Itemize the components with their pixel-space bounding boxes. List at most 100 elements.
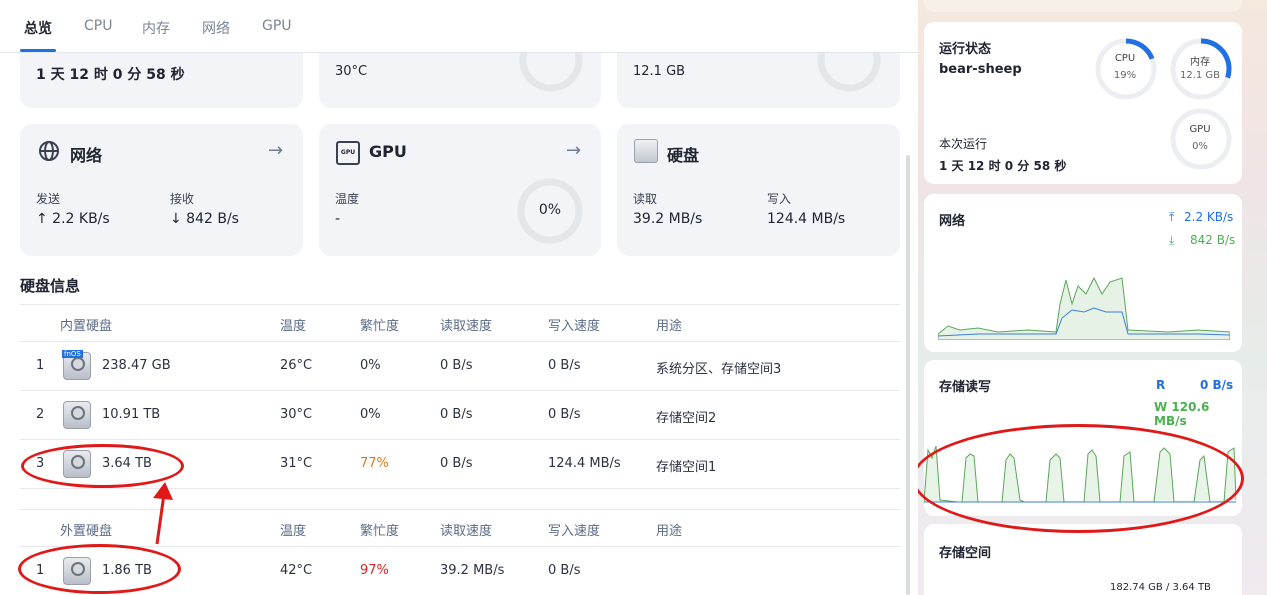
gauge-track xyxy=(1170,108,1232,170)
hard-drive-icon xyxy=(634,139,658,163)
disk-busy: 0% xyxy=(360,358,381,373)
read-label: R xyxy=(1156,378,1166,392)
read-rate: 0 B/s xyxy=(1200,378,1234,392)
arrow-right-icon[interactable]: → xyxy=(566,140,581,161)
widget-sidebar: 运行状态 bear-sheep CPU 19% 内存 12.1 GB GPU 0… xyxy=(918,0,1267,595)
fnos-badge: fnOS xyxy=(62,350,83,358)
annotation-ellipse xyxy=(918,424,1244,533)
cpu-temp-value: 30°C xyxy=(335,64,368,79)
gpu-gauge-label: GPU xyxy=(1189,124,1211,135)
status-title: 运行状态 xyxy=(939,42,992,57)
network-widget[interactable]: 网络 ⤒ 2.2 KB/s ⤓ 842 B/s xyxy=(924,194,1242,352)
annotation-arrow xyxy=(153,482,173,545)
globe-icon xyxy=(39,141,59,161)
tab-memory[interactable]: 内存 xyxy=(142,18,170,38)
write-rate: W 120.6 MB/s xyxy=(1154,400,1210,428)
tab-network[interactable]: 网络 xyxy=(202,18,230,38)
gpu-usage-value: 0% xyxy=(538,202,562,218)
disk-card-title: 硬盘 xyxy=(667,146,700,165)
read-label: 读取 xyxy=(633,192,658,206)
disk-size: 238.47 GB xyxy=(102,358,171,373)
disk-read-speed: 0 B/s xyxy=(440,456,473,471)
scrollbar[interactable] xyxy=(906,155,910,595)
disk-temp: 31°C xyxy=(280,456,313,471)
network-card[interactable]: 网络 → 发送 ↑ 2.2 KB/s 接收 ↓ 842 B/s xyxy=(20,124,303,256)
network-chart xyxy=(938,276,1230,340)
write-speed-header: 写入速度 xyxy=(548,524,601,539)
disk-usage: 存储空间1 xyxy=(656,460,717,475)
status-widget[interactable]: 运行状态 bear-sheep CPU 19% 内存 12.1 GB GPU 0… xyxy=(924,22,1242,184)
cpu-gauge xyxy=(1095,38,1157,100)
active-tab-indicator xyxy=(20,49,56,52)
disk-read-speed: 0 B/s xyxy=(440,407,473,422)
divider xyxy=(20,390,900,391)
upload-icon: ⤒ xyxy=(1169,210,1175,224)
network-title: 网络 xyxy=(939,214,966,229)
row-index: 2 xyxy=(36,407,45,422)
chip-icon: GPU xyxy=(336,141,360,165)
tab-gpu[interactable]: GPU xyxy=(262,18,292,34)
read-speed-header: 读取速度 xyxy=(440,524,493,539)
disk-busy: 77% xyxy=(360,456,389,471)
send-label: 发送 xyxy=(36,192,61,206)
busy-header: 繁忙度 xyxy=(360,524,400,539)
storage-space-title: 存储空间 xyxy=(939,546,992,561)
gpu-card[interactable]: GPU GPU → 温度 - 0% xyxy=(319,124,601,256)
tab-overview[interactable]: 总览 xyxy=(24,18,52,38)
temp-header: 温度 xyxy=(280,524,307,539)
receive-label: 接收 xyxy=(170,192,195,206)
disk-size: 10.91 TB xyxy=(102,407,161,422)
gpu-card-title: GPU xyxy=(369,142,407,161)
usage-header: 用途 xyxy=(656,524,683,539)
network-card-title: 网络 xyxy=(70,146,103,165)
uptime-label: 本次运行 xyxy=(939,137,988,151)
external-disk-header: 外置硬盘 xyxy=(60,524,113,539)
tab-bar: 总览 CPU 内存 网络 GPU xyxy=(0,0,918,53)
receive-value: ↓ 842 B/s xyxy=(170,211,239,227)
upload-rate: 2.2 KB/s xyxy=(1184,210,1234,224)
disk-temp: 26°C xyxy=(280,358,313,373)
widget-card-top xyxy=(924,0,1242,12)
download-rate: 842 B/s xyxy=(1190,233,1236,247)
uptime-value: 1 天 12 时 0 分 58 秒 xyxy=(939,159,1067,173)
disk-temp: 42°C xyxy=(280,563,313,578)
divider xyxy=(20,439,900,440)
annotation-ellipse xyxy=(18,544,181,594)
disk-write-speed: 0 B/s xyxy=(548,358,581,373)
arrow-right-icon[interactable]: → xyxy=(268,140,283,161)
read-value: 39.2 MB/s xyxy=(633,211,703,227)
gpu-gauge-value: 0% xyxy=(1192,141,1208,152)
hard-drive-icon xyxy=(63,401,91,429)
divider xyxy=(20,304,900,305)
memory-gauge xyxy=(1170,38,1232,100)
storage-space-value: 182.74 GB / 3.64 TB xyxy=(1110,582,1211,593)
write-value: 124.4 MB/s xyxy=(767,211,846,227)
disk-card[interactable]: 硬盘 读取 39.2 MB/s 写入 124.4 MB/s xyxy=(617,124,900,256)
disk-usage: 系统分区、存储空间3 xyxy=(656,362,782,377)
row-index: 1 xyxy=(36,358,45,373)
disk-read-speed: 39.2 MB/s xyxy=(440,563,505,578)
write-speed-header: 写入速度 xyxy=(548,319,601,334)
gpu-gauge xyxy=(1170,108,1232,170)
memory-gauge-label: 内存 xyxy=(1190,57,1210,68)
busy-header: 繁忙度 xyxy=(360,319,400,334)
usage-header: 用途 xyxy=(656,319,683,334)
read-speed-header: 读取速度 xyxy=(440,319,493,334)
disk-usage: 存储空间2 xyxy=(656,411,717,426)
memory-value: 12.1 GB xyxy=(633,64,686,79)
memory-gauge-value: 12.1 GB xyxy=(1179,70,1221,81)
disk-temp: 30°C xyxy=(280,407,313,422)
disk-write-speed: 124.4 MB/s xyxy=(548,456,621,471)
send-value: ↑ 2.2 KB/s xyxy=(36,211,110,227)
cpu-gauge-label: CPU xyxy=(1114,53,1136,64)
tab-cpu[interactable]: CPU xyxy=(84,18,112,34)
storage-space-widget[interactable]: 存储空间 182.74 GB / 3.64 TB xyxy=(924,524,1242,595)
disk-read-speed: 0 B/s xyxy=(440,358,473,373)
storage-io-title: 存储读写 xyxy=(939,380,992,395)
cpu-gauge-value: 19% xyxy=(1113,70,1137,81)
internal-disk-header: 内置硬盘 xyxy=(60,319,113,334)
disk-busy: 97% xyxy=(360,563,389,578)
disk-write-speed: 0 B/s xyxy=(548,407,581,422)
write-label: 写入 xyxy=(767,192,792,206)
disk-write-speed: 0 B/s xyxy=(548,563,581,578)
